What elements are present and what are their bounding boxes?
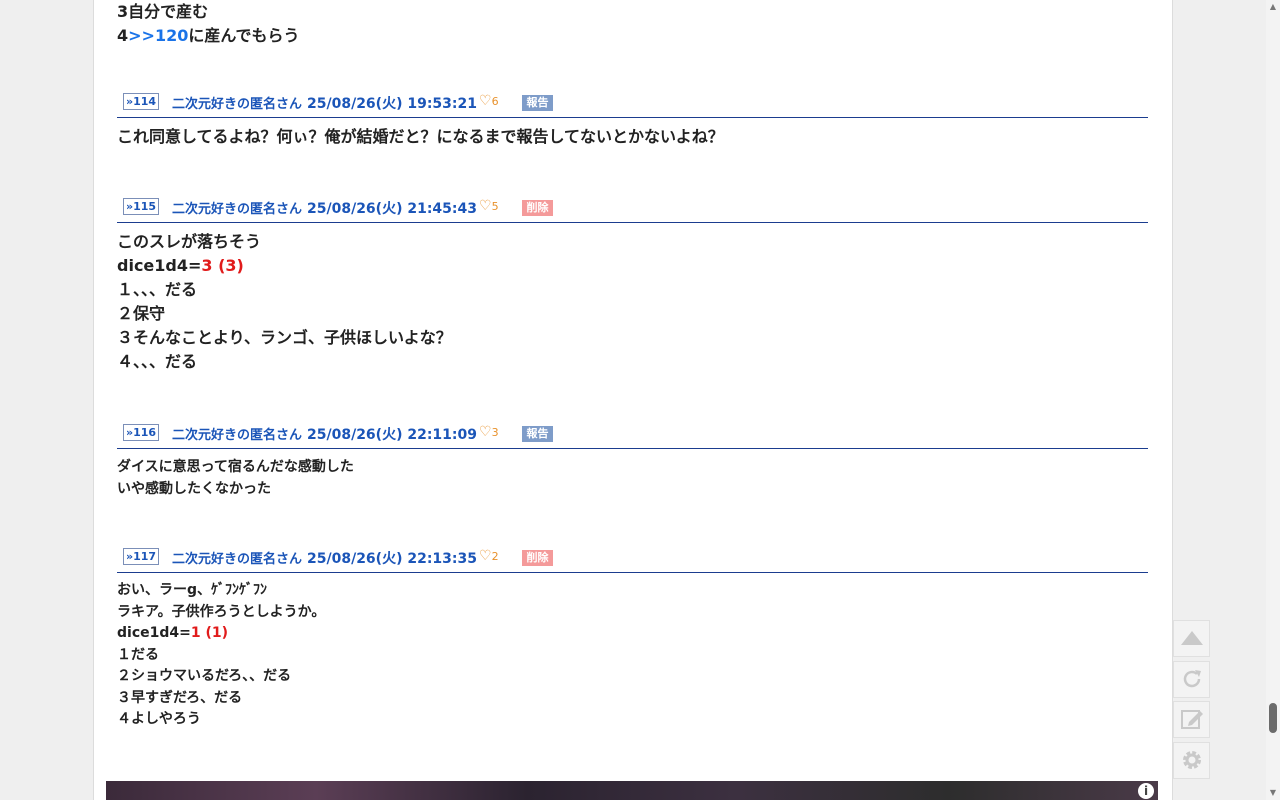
heart-icon: ♡ [479, 198, 492, 214]
scroll-up-arrow-icon[interactable]: ▲ [1268, 2, 1278, 12]
post-header-116: »116 二次元好きの匿名さん 25/08/26(火) 22:11:09 ♡3 … [117, 424, 1148, 449]
gear-icon [1182, 751, 1201, 769]
scrollbar[interactable]: ▲ ▼ [1266, 0, 1280, 800]
post-body-116: ダイスに意思って宿るんだな感動した いや感動したくなかった [117, 459, 354, 497]
like-button[interactable]: ♡3 [479, 424, 499, 440]
poster-name: 二次元好きの匿名さん [172, 202, 303, 217]
report-button[interactable]: 報告 [522, 426, 553, 442]
info-icon[interactable]: i [1138, 783, 1154, 799]
like-button[interactable]: ♡2 [479, 548, 499, 564]
post-date: 25/08/26(火) 22:11:09 [307, 427, 477, 443]
post-date: 25/08/26(火) 19:53:21 [307, 96, 477, 112]
poster-name: 二次元好きの匿名さん [172, 97, 303, 112]
post-113-line-3: 3自分で産む [117, 2, 209, 21]
write-button[interactable] [1173, 701, 1210, 738]
thread-page: 3自分で産む 4>>120に産んでもらう »114 二次元好きの匿名さん 25/… [93, 0, 1173, 800]
dice-roll: dice1d4=3 (3) [117, 256, 244, 275]
like-button[interactable]: ♡5 [479, 198, 499, 214]
dice-result: 3 (3) [201, 256, 244, 275]
post-113-line-4: 4>>120に産んでもらう [117, 26, 300, 45]
like-button[interactable]: ♡6 [479, 93, 499, 109]
post-header-115: »115 二次元好きの匿名さん 25/08/26(火) 21:45:43 ♡5 … [117, 198, 1148, 223]
post-body-114: これ同意してるよね？何ぃ？俺が結婚だと？になるまで報告してないとかないよね？ [117, 127, 724, 146]
post-date: 25/08/26(火) 21:45:43 [307, 201, 477, 217]
post-number-117[interactable]: »117 [123, 548, 160, 565]
scroll-thumb[interactable] [1269, 703, 1277, 733]
edit-icon [1180, 710, 1203, 729]
heart-icon: ♡ [479, 424, 492, 440]
scroll-top-icon [1180, 631, 1203, 645]
scroll-top-button[interactable] [1173, 620, 1210, 657]
post-header-117: »117 二次元好きの匿名さん 25/08/26(火) 22:13:35 ♡2 … [117, 548, 1148, 573]
scroll-down-arrow-icon[interactable]: ▼ [1268, 788, 1278, 798]
report-button[interactable]: 報告 [522, 95, 553, 111]
reload-icon [1183, 670, 1201, 688]
post-date: 25/08/26(火) 22:13:35 [307, 551, 477, 567]
poster-name: 二次元好きの匿名さん [172, 428, 303, 443]
ad-banner[interactable]: i [106, 781, 1158, 800]
poster-name: 二次元好きの匿名さん [172, 552, 303, 567]
dice-roll: dice1d4=1 (1) [117, 625, 229, 641]
settings-button[interactable] [1173, 742, 1210, 779]
post-number-115[interactable]: »115 [123, 198, 160, 215]
post-body-117: おい、ラーg、ｹﾞﾌﾝｹﾞﾌﾝ ラキア。子供作ろうとしようか。 dice1d4=… [117, 582, 326, 727]
delete-button[interactable]: 削除 [522, 200, 553, 216]
post-number-114[interactable]: »114 [123, 93, 160, 110]
reload-button[interactable] [1173, 661, 1210, 698]
post-header-114: »114 二次元好きの匿名さん 25/08/26(火) 19:53:21 ♡6 … [117, 93, 1148, 118]
reply-link-120[interactable]: >>120 [128, 26, 188, 45]
delete-button[interactable]: 削除 [522, 550, 553, 566]
heart-icon: ♡ [479, 548, 492, 564]
post-body-115: このスレが落ちそう dice1d4=3 (3) １、、、だる ２保守 ３そんなこ… [117, 232, 452, 371]
heart-icon: ♡ [479, 93, 492, 109]
dice-result: 1 (1) [190, 625, 229, 641]
post-number-116[interactable]: »116 [123, 424, 160, 441]
